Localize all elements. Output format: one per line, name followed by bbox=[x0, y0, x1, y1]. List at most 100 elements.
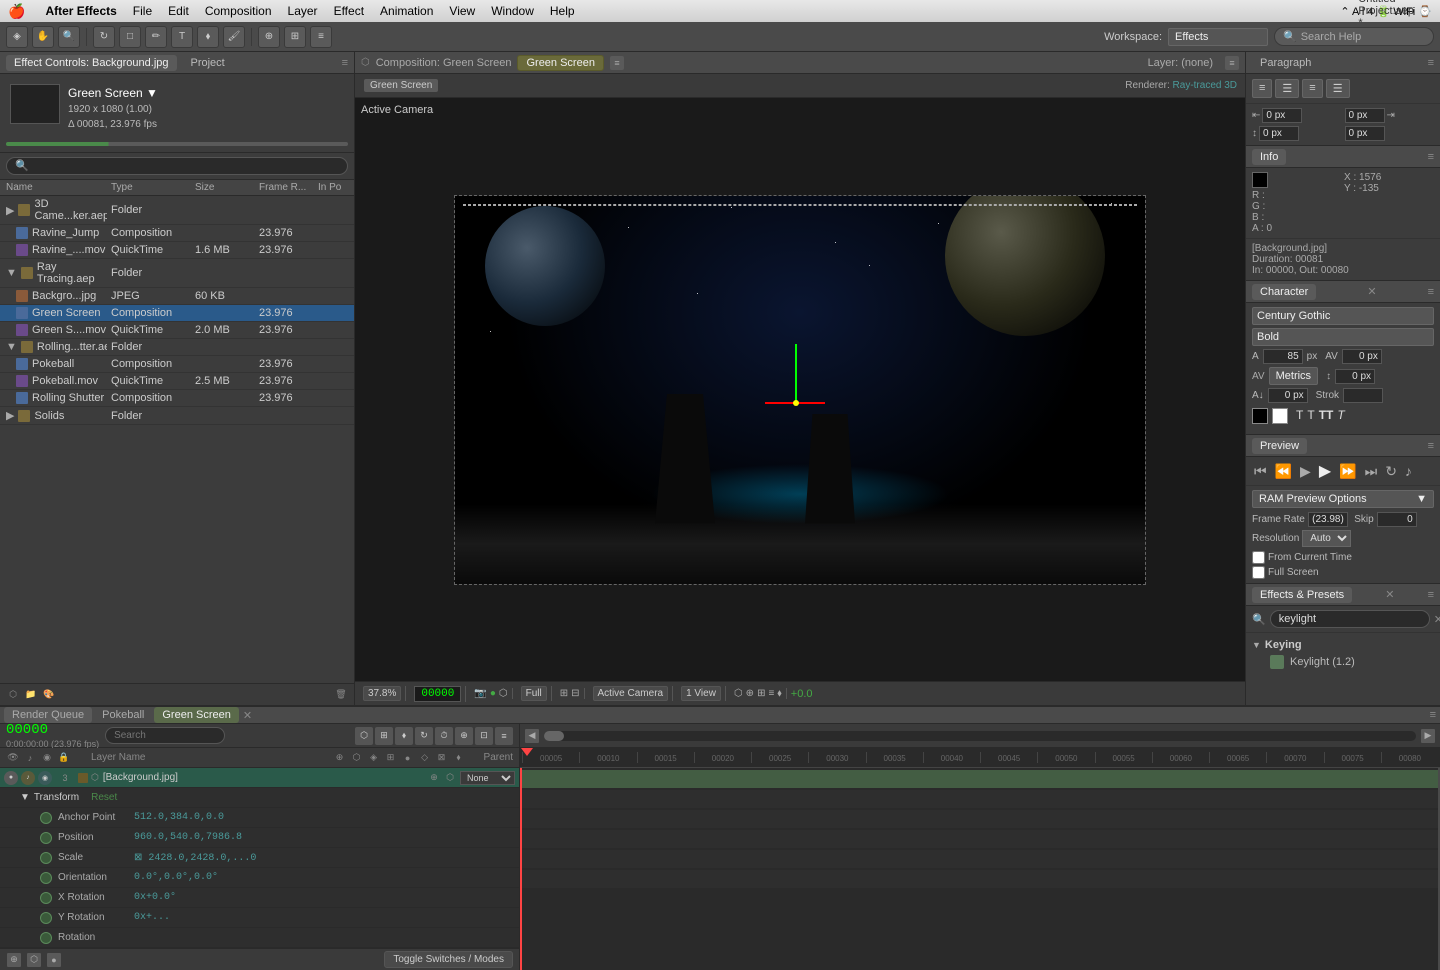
tab-character[interactable]: Character bbox=[1252, 284, 1316, 300]
list-item[interactable]: Pokeball.mov QuickTime 2.5 MB 23.976 bbox=[0, 373, 354, 390]
list-item[interactable]: ▼ Rolling...tter.aep Folder bbox=[0, 339, 354, 356]
lc-solo-icon[interactable]: ◉ bbox=[40, 751, 54, 765]
lc-audio-icon[interactable]: ♪ bbox=[23, 751, 37, 765]
left-panel-menu[interactable]: ≡ bbox=[342, 57, 348, 69]
tool-text[interactable]: T bbox=[171, 26, 193, 48]
views-dropdown[interactable]: 1 View bbox=[681, 686, 721, 701]
bc-btn-3[interactable]: ● bbox=[46, 952, 62, 968]
align-center-btn[interactable]: ☰ bbox=[1275, 79, 1299, 98]
frame-rate-input[interactable] bbox=[1308, 512, 1348, 527]
lc-mode-1[interactable]: ⊕ bbox=[333, 751, 347, 765]
lc-lock-icon[interactable]: 🔒 bbox=[57, 751, 71, 765]
tl-options-btn[interactable]: ≡ bbox=[1430, 709, 1436, 721]
tc-main[interactable]: 00000 bbox=[6, 722, 99, 739]
prev-loop-btn[interactable]: ↻ bbox=[1383, 463, 1399, 480]
para-space-before-input[interactable] bbox=[1259, 126, 1299, 141]
para-indent-input[interactable] bbox=[1262, 108, 1302, 123]
prev-audio-btn[interactable]: ♪ bbox=[1403, 463, 1414, 479]
list-item[interactable]: Green S....mov QuickTime 2.0 MB 23.976 bbox=[0, 322, 354, 339]
col-name[interactable]: Name bbox=[6, 182, 107, 193]
font-size-input[interactable] bbox=[1263, 349, 1303, 364]
tool-select[interactable]: ◈ bbox=[6, 26, 28, 48]
ep-search-input[interactable] bbox=[1270, 610, 1430, 628]
lc-mode-5[interactable]: ● bbox=[401, 751, 415, 765]
comp-options-btn[interactable]: ≡ bbox=[610, 56, 624, 70]
tool-extra2[interactable]: ≡ bbox=[310, 26, 332, 48]
cam-btn1[interactable]: 📷 bbox=[474, 688, 486, 699]
tool-rotate[interactable]: ↻ bbox=[93, 26, 115, 48]
tl-icon-5[interactable]: ⏱ bbox=[435, 727, 453, 745]
list-item[interactable]: Green Screen Composition 23.976 bbox=[0, 305, 354, 322]
metrics-btn[interactable]: Metrics bbox=[1269, 367, 1318, 385]
preview-panel-menu[interactable]: ≡ bbox=[1428, 440, 1434, 452]
col-type[interactable]: Type bbox=[111, 182, 191, 193]
full-screen-checkbox[interactable] bbox=[1252, 566, 1265, 579]
lc-mode-3[interactable]: ◈ bbox=[367, 751, 381, 765]
zoom-value[interactable]: 37.8% bbox=[363, 686, 401, 701]
list-item[interactable]: Backgro...jpg JPEG 60 KB bbox=[0, 288, 354, 305]
font-weight-select[interactable]: Bold bbox=[1252, 328, 1434, 346]
expand-arrow[interactable]: ▼ bbox=[6, 341, 17, 353]
ep-group-header-keying[interactable]: ▼ Keying bbox=[1252, 637, 1434, 653]
tl-icon-3[interactable]: ⬧ bbox=[395, 727, 413, 745]
font-family-select[interactable]: Century Gothic bbox=[1252, 307, 1434, 325]
leading-input[interactable] bbox=[1335, 369, 1375, 384]
timecode-display[interactable]: 00000 bbox=[414, 686, 461, 702]
tool-puppet[interactable]: ⊕ bbox=[258, 26, 280, 48]
list-item[interactable]: Ravine_Jump Composition 23.976 bbox=[0, 225, 354, 242]
timeline-tracks[interactable] bbox=[520, 768, 1440, 970]
layer-icon-2[interactable]: ⬡ bbox=[443, 771, 457, 785]
yrot-value[interactable]: 0x+... bbox=[134, 912, 170, 923]
tool-extra[interactable]: ⊞ bbox=[284, 26, 306, 48]
prev-fwd-btn[interactable]: ⏩ bbox=[1337, 463, 1358, 480]
quality-dropdown[interactable]: Full bbox=[521, 686, 547, 701]
tl-icon-1[interactable]: ⬡ bbox=[355, 727, 373, 745]
anchor-value[interactable]: 512.0,384.0,0.0 bbox=[134, 812, 224, 823]
yrot-stopwatch[interactable] bbox=[40, 912, 52, 924]
project-search-input[interactable] bbox=[6, 157, 348, 175]
vb-icon4[interactable]: ≡ bbox=[768, 688, 774, 699]
rot-stopwatch[interactable] bbox=[40, 932, 52, 944]
lc-mode-4[interactable]: ⊞ bbox=[384, 751, 398, 765]
vb-icon1[interactable]: ⬡ bbox=[734, 688, 743, 699]
camera-dropdown[interactable]: Active Camera bbox=[593, 686, 669, 701]
expand-arrow[interactable]: ▼ bbox=[6, 267, 17, 279]
app-name-menu[interactable]: After Effects bbox=[45, 4, 116, 18]
menu-animation[interactable]: Animation bbox=[380, 4, 433, 18]
list-item[interactable]: Ravine_....mov QuickTime 1.6 MB 23.976 bbox=[0, 242, 354, 259]
cam-btn2[interactable]: ● bbox=[490, 688, 496, 699]
orient-stopwatch[interactable] bbox=[40, 872, 52, 884]
para-indent-right-input[interactable] bbox=[1345, 108, 1385, 123]
bc-btn-1[interactable]: ⊕ bbox=[6, 952, 22, 968]
resolution-select[interactable]: Auto Full Half bbox=[1302, 530, 1351, 547]
trash-icon[interactable]: 🗑 bbox=[334, 688, 348, 702]
prev-to-start-btn[interactable]: ⏮ bbox=[1252, 463, 1269, 480]
comp-panel-menu[interactable]: ≡ bbox=[1225, 56, 1239, 70]
baseline-input[interactable] bbox=[1268, 388, 1308, 403]
menu-view[interactable]: View bbox=[449, 4, 475, 18]
xrot-stopwatch[interactable] bbox=[40, 892, 52, 904]
lc-mode-8[interactable]: ⬧ bbox=[452, 751, 466, 765]
vb-icon2[interactable]: ⊕ bbox=[746, 688, 754, 699]
tl-icon-7[interactable]: ⊡ bbox=[475, 727, 493, 745]
tool-pen[interactable]: ✏ bbox=[145, 26, 167, 48]
para-panel-menu[interactable]: ≡ bbox=[1428, 57, 1434, 69]
orient-value[interactable]: 0.0°,0.0°,0.0° bbox=[134, 872, 218, 883]
comp-tab[interactable]: Green Screen bbox=[517, 55, 603, 71]
toggle-switches-btn[interactable]: Toggle Switches / Modes bbox=[384, 951, 513, 968]
scale-value[interactable]: ⊠ 2428.0,2428.0,...0 bbox=[134, 852, 256, 864]
ep-clear-btn[interactable]: ✕ bbox=[1434, 613, 1440, 626]
tl-nav-left[interactable]: ◀ bbox=[524, 728, 540, 744]
new-comp-icon[interactable]: ⬡ bbox=[6, 688, 20, 702]
new-folder-icon[interactable]: 📁 bbox=[24, 688, 38, 702]
list-item[interactable]: Pokeball Composition 23.976 bbox=[0, 356, 354, 373]
char-panel-menu[interactable]: ≡ bbox=[1428, 286, 1434, 298]
layer-eye-btn[interactable]: ● bbox=[4, 771, 18, 785]
menu-layer[interactable]: Layer bbox=[288, 4, 318, 18]
tool-hand[interactable]: ✋ bbox=[32, 26, 54, 48]
anchor-stopwatch[interactable] bbox=[40, 812, 52, 824]
layer-expand-arrow[interactable]: ⬡ bbox=[91, 772, 99, 783]
para-space-after-input[interactable] bbox=[1345, 126, 1385, 141]
text-stroke-color-swatch[interactable] bbox=[1272, 408, 1288, 424]
prev-play-btn[interactable]: ▶ bbox=[1317, 461, 1333, 481]
